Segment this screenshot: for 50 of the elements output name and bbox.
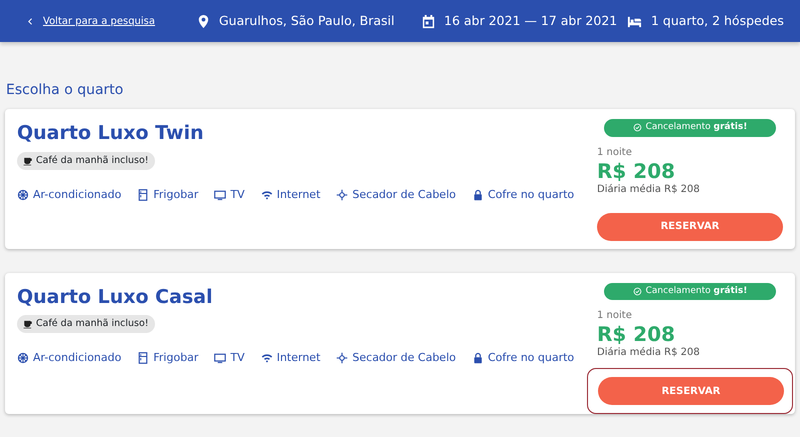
amenity-label: Internet: [276, 186, 320, 203]
reserve-button[interactable]: RESERVAR: [597, 212, 783, 240]
check-circle-icon: [632, 123, 642, 132]
amenity-label: Frigobar: [153, 186, 198, 203]
back-link[interactable]: Voltar para a pesquisa: [43, 14, 156, 28]
lock-icon: [472, 188, 484, 201]
check-circle-icon: [632, 286, 642, 296]
lock-icon: [472, 352, 484, 364]
price: R$ 208: [597, 323, 676, 345]
room-name: Quarto Luxo Casal: [17, 284, 214, 310]
location-pin-icon: [196, 14, 211, 28]
coffee-cup-icon: [23, 156, 33, 166]
tv-icon: [214, 188, 226, 201]
section-title: Escolha o quarto: [6, 81, 124, 100]
amenity-label: Ar-condicionado: [33, 186, 122, 203]
fan-icon: [17, 188, 29, 201]
breakfast-tag: Café da manhã incluso!: [17, 152, 155, 170]
amenity-label: Frigobar: [153, 350, 198, 366]
tv-icon: [214, 352, 226, 364]
coffee-cup-icon: [23, 319, 33, 330]
reserve-button[interactable]: RESERVAR: [598, 377, 784, 405]
crosshair-icon: [336, 188, 348, 201]
fan-icon: [17, 352, 29, 364]
cancellation-badge: Cancelamento grátis!: [604, 119, 776, 136]
cancellation-badge: Cancelamento grátis!: [604, 282, 776, 300]
amenity-label: Cofre no quarto: [488, 350, 574, 366]
amenity-label: Secador de Cabelo: [352, 350, 456, 366]
average-price: Diária média R$ 208: [597, 346, 701, 360]
amenity-label: TV: [230, 186, 245, 203]
crosshair-icon: [336, 352, 348, 364]
amenity-label: Internet: [276, 350, 320, 366]
nights-text: 1 noite: [597, 146, 633, 160]
wifi-icon: [260, 352, 273, 364]
fridge-icon: [137, 352, 150, 364]
amenity-label: TV: [230, 350, 245, 366]
nights-text: 1 noite: [597, 309, 633, 323]
price: R$ 208: [597, 160, 676, 182]
wifi-icon: [260, 188, 273, 201]
amenity-label: Cofre no quarto: [488, 186, 574, 203]
location-text: Guarulhos, São Paulo, Brasil: [219, 12, 395, 30]
calendar-icon: [421, 14, 436, 28]
fridge-icon: [137, 188, 150, 201]
dates-text: 16 abr 2021 — 17 abr 2021: [444, 12, 618, 30]
amenity-label: Ar-condicionado: [33, 350, 122, 366]
room-name: Quarto Luxo Twin: [17, 121, 205, 146]
amenity-label: Secador de Cabelo: [352, 186, 456, 203]
back-icon: [26, 16, 35, 26]
average-price: Diária média R$ 208: [597, 182, 701, 196]
guests-text: 1 quarto, 2 hóspedes: [651, 12, 784, 30]
breakfast-tag: Café da manhã incluso!: [17, 315, 155, 334]
